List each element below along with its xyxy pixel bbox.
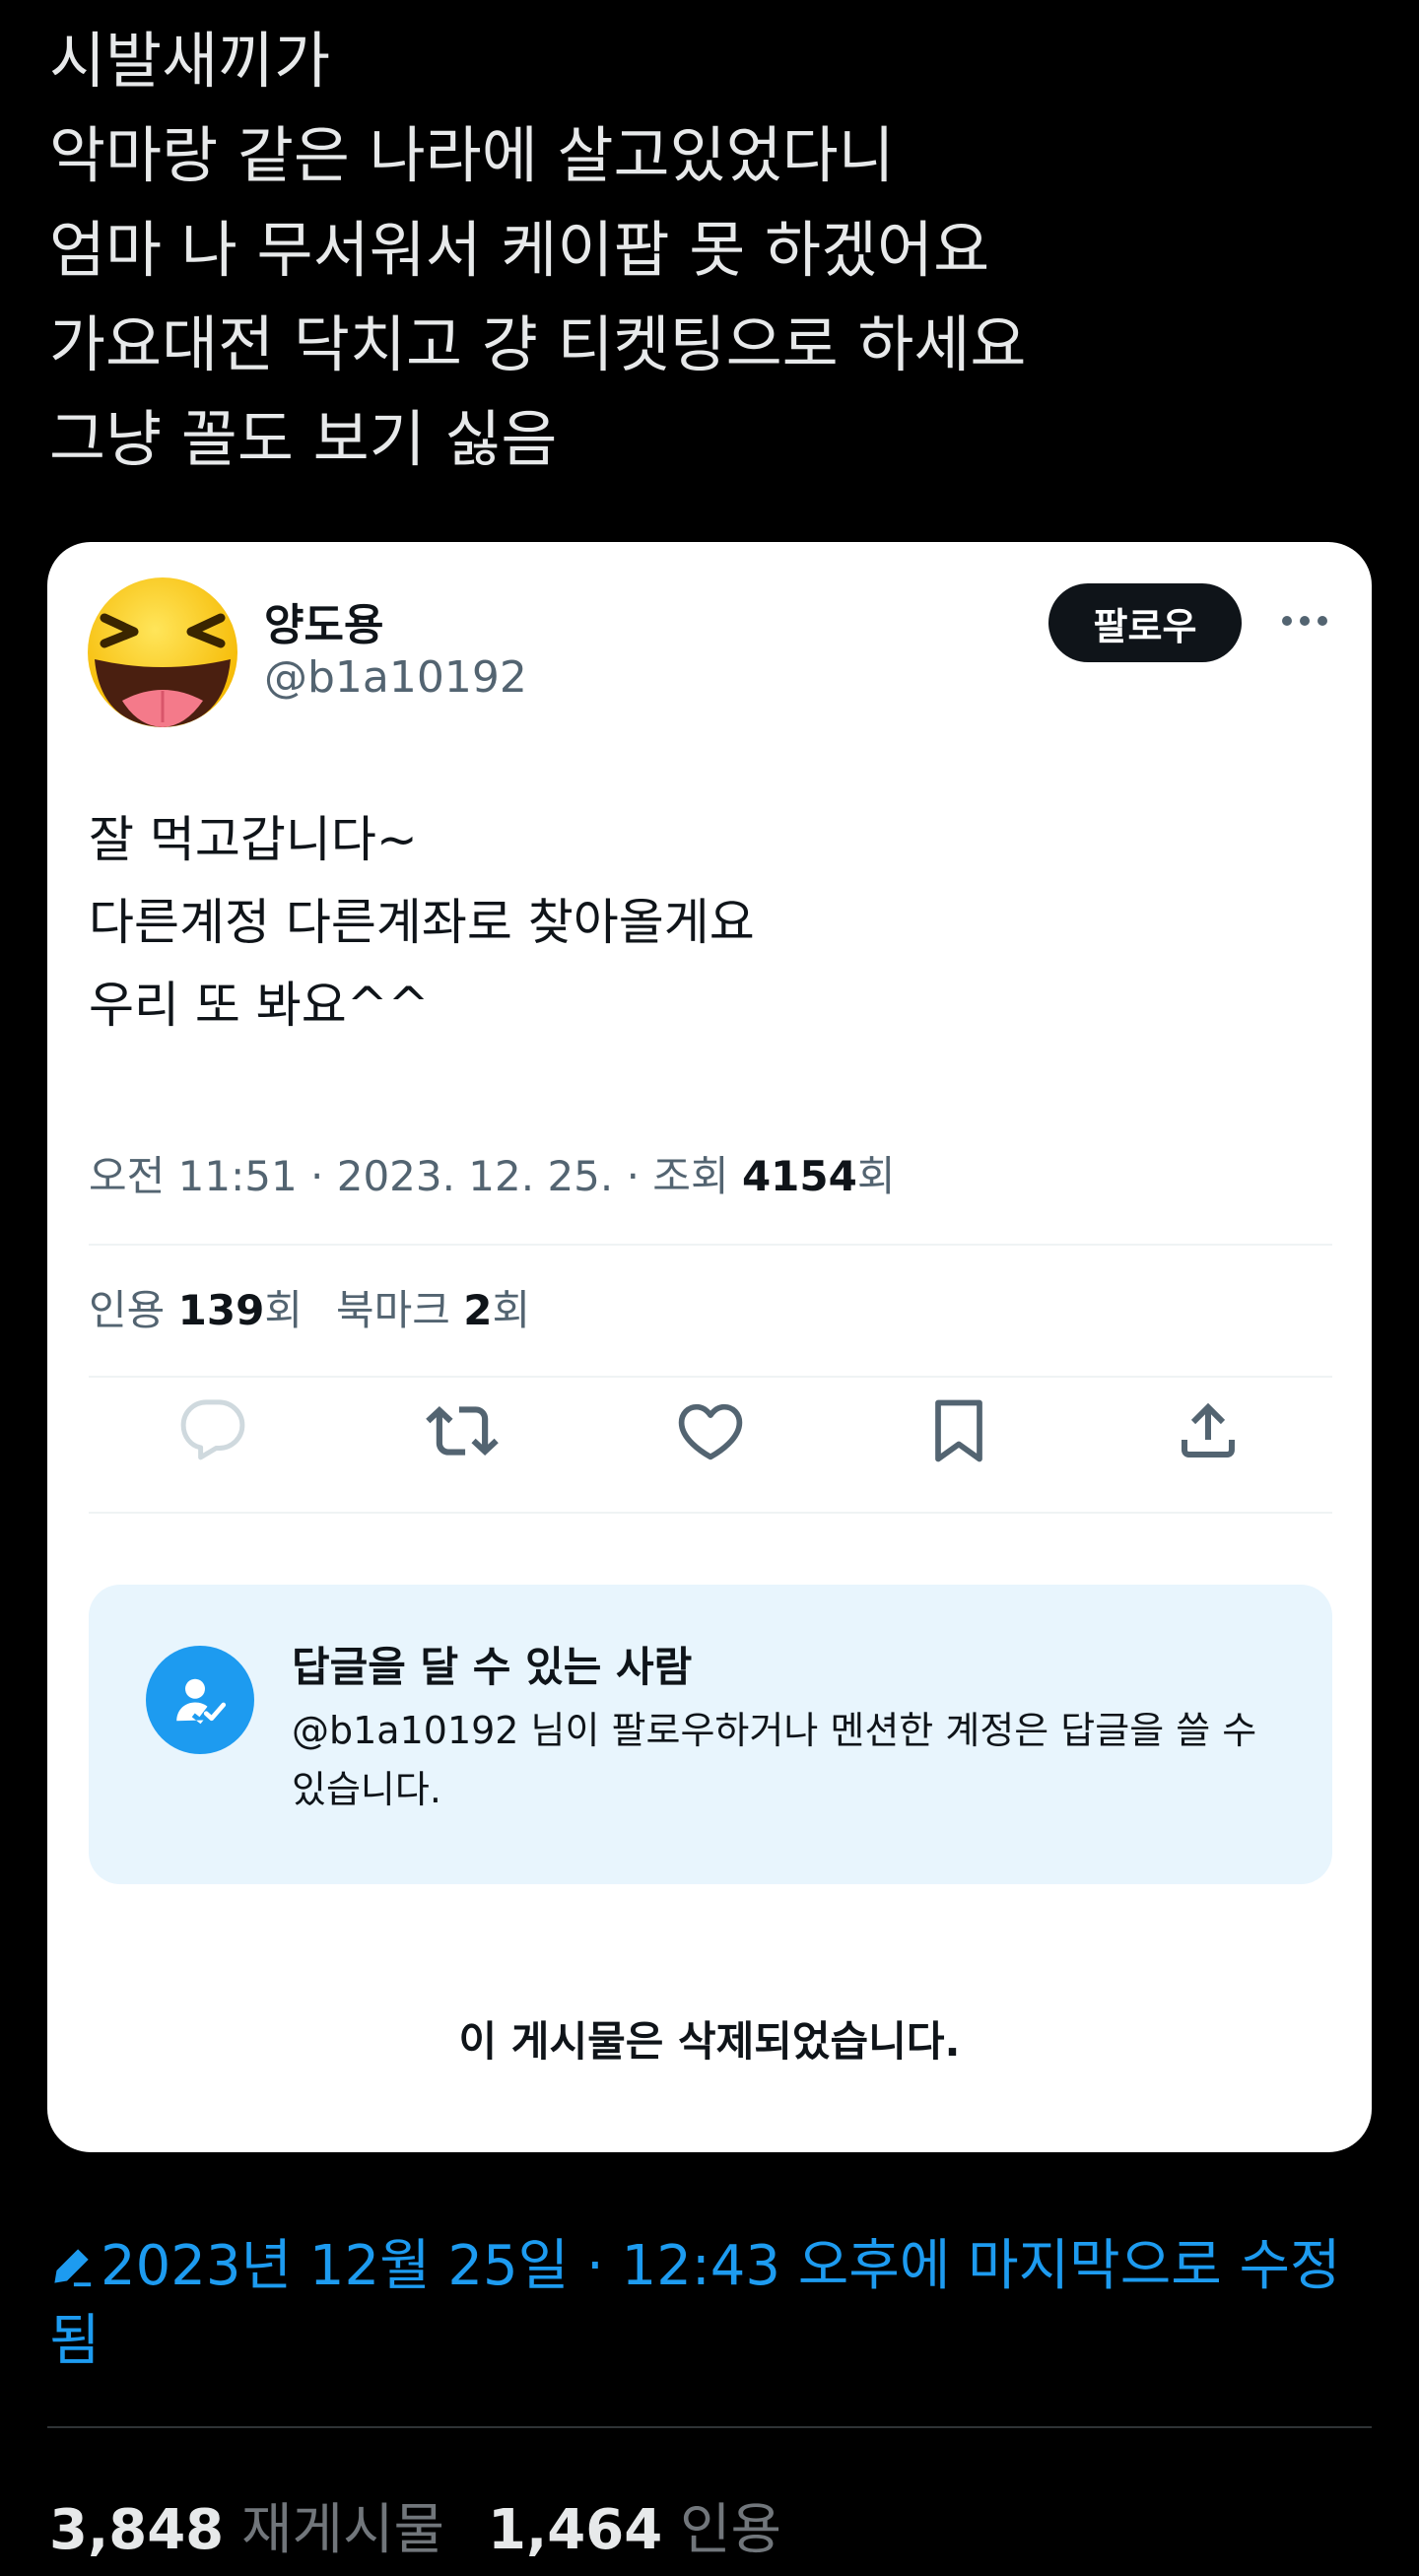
reposts-count: 3,848 (49, 2498, 225, 2562)
quotes-stat[interactable]: 1,464 인용 (488, 2498, 781, 2562)
quoted-post-line: 잘 먹고갑니다~ (89, 811, 418, 868)
post-line: 가요대전 닥치고 걍 티켓팅으로 하세요 (49, 308, 1027, 380)
quoted-post-card[interactable]: 양도용 @b1a10192 팔로우 잘 먹고갑니다~ 다른계정 다른계좌로 찾아… (47, 542, 1372, 2152)
quote-suffix: 회 (264, 1286, 303, 1334)
post-stats: 3,848 재게시물 1,464 인용 (49, 2485, 781, 2565)
quote-stat[interactable]: 인용 139회 (89, 1286, 303, 1334)
bookmark-label: 북마크 (335, 1286, 464, 1334)
user-check-icon (176, 1678, 227, 1725)
repost-button[interactable] (418, 1387, 507, 1475)
bookmark-suffix: 회 (492, 1286, 531, 1334)
divider (89, 1244, 1332, 1246)
reposts-stat[interactable]: 3,848 재게시물 (49, 2498, 444, 2562)
post-timestamp[interactable]: 오전 11:51 · 2023. 12. 25. · 조회 (89, 1152, 742, 1200)
follow-button[interactable]: 팔로우 (1048, 583, 1242, 662)
engagement-stats: 인용 139회 북마크 2회 (89, 1277, 530, 1337)
action-bar (89, 1370, 1332, 1492)
edit-history-link[interactable]: 2023년 12월 25일 · 12:43 오후에 마지막으로 수정됨 (49, 2229, 1350, 2379)
quote-count: 139 (177, 1286, 265, 1334)
post-line: 시발새끼가 (49, 25, 331, 97)
reply-restriction-description: @b1a10192 님이 팔로우하거나 멘션한 계정은 답글을 쓸 수 있습니다… (292, 1709, 1257, 1811)
author-name[interactable]: 양도용 (264, 589, 383, 652)
reply-restriction-title: 답글을 달 수 있는 사람 (292, 1643, 693, 1691)
divider (89, 1512, 1332, 1514)
quotes-count: 1,464 (488, 2498, 663, 2562)
view-count: 4154 (741, 1152, 857, 1200)
reply-icon (180, 1399, 245, 1460)
bookmark-button[interactable] (914, 1387, 1003, 1475)
divider (47, 2426, 1372, 2428)
post-line: 그냥 꼴도 보기 싫음 (49, 403, 558, 475)
post-meta: 오전 11:51 · 2023. 12. 25. · 조회 4154회 (89, 1143, 895, 1203)
bookmark-icon (935, 1399, 983, 1462)
more-icon (1282, 616, 1327, 626)
like-icon (678, 1403, 743, 1460)
post-text: 시발새끼가 악마랑 같은 나라에 살고있었다니 엄마 나 무서워서 케이팝 못 … (49, 14, 1370, 487)
avatar[interactable] (87, 576, 238, 728)
reposts-label: 재게시물 (240, 2498, 445, 2562)
author-handle[interactable]: @b1a10192 (264, 652, 527, 703)
reply-restriction-icon (146, 1646, 254, 1754)
quoted-post-text: 잘 먹고갑니다~ 다른계정 다른계좌로 찾아올게요 우리 또 봐요^^ (89, 798, 1320, 1047)
bookmark-count: 2 (463, 1286, 493, 1334)
quotes-label: 인용 (680, 2498, 782, 2562)
post-line: 악마랑 같은 나라에 살고있었다니 (49, 119, 895, 191)
more-options-button[interactable] (1275, 591, 1334, 650)
like-button[interactable] (666, 1387, 755, 1475)
share-icon (1181, 1402, 1235, 1457)
repost-icon (425, 1405, 499, 1457)
post-line: 엄마 나 무서워서 케이팝 못 하겠어요 (49, 214, 990, 286)
laughing-emoji-icon (88, 577, 237, 727)
quoted-post-line: 다른계정 다른계좌로 찾아올게요 (89, 894, 755, 951)
deleted-notice: 이 게시물은 삭제되었습니다. (458, 2017, 961, 2066)
quoted-post-line: 우리 또 봐요^^ (89, 977, 430, 1034)
share-button[interactable] (1164, 1387, 1252, 1475)
bookmark-stat[interactable]: 북마크 2회 (336, 1286, 530, 1334)
quote-label: 인용 (89, 1286, 178, 1334)
reply-restriction-notice: 답글을 달 수 있는 사람 @b1a10192 님이 팔로우하거나 멘션한 계정… (89, 1585, 1332, 1884)
edited-timestamp: 2023년 12월 25일 · 12:43 오후에 마지막으로 수정됨 (49, 2234, 1341, 2373)
edit-pencil-icon (54, 2249, 92, 2287)
reply-button[interactable] (169, 1387, 257, 1475)
view-count-suffix: 회 (856, 1152, 896, 1200)
